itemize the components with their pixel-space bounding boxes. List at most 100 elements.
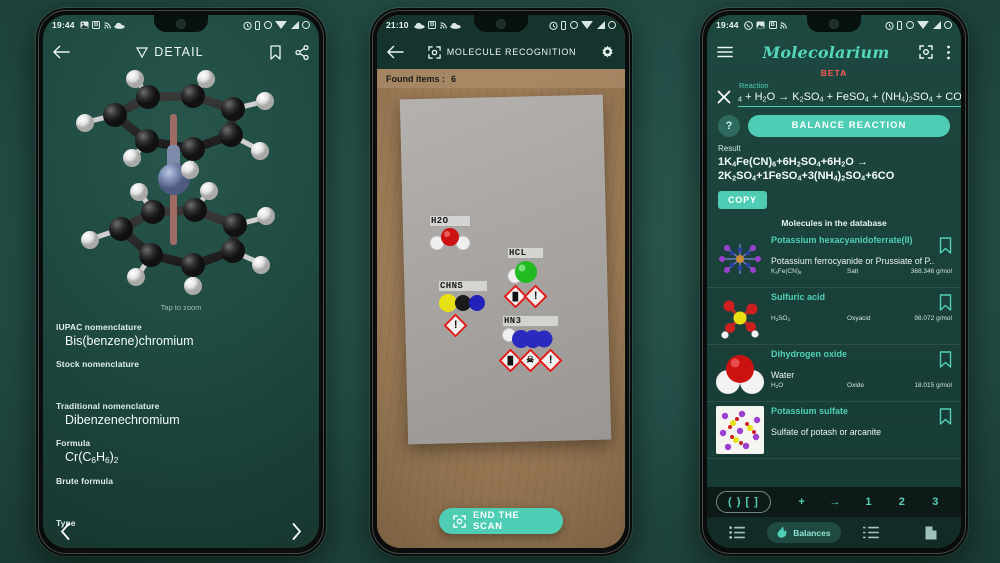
app-brand-title: Molecolarium [762, 42, 890, 62]
signal-icon [290, 21, 299, 29]
table-row[interactable]: Potassium hexacyanidoferrate(II) Potassi… [707, 231, 961, 289]
marker-h2o[interactable]: H2O [429, 215, 471, 250]
bluetooth-badge-icon: B [768, 21, 777, 29]
do-not-disturb-icon [569, 21, 578, 29]
key-3[interactable]: 3 [919, 496, 952, 508]
molecule-name: Dihydrogen oxide [771, 349, 848, 360]
copy-button[interactable]: COPY [718, 191, 767, 210]
notch-camera [154, 15, 208, 32]
key-arrow[interactable]: → [818, 496, 851, 508]
table-row[interactable]: Sulfuric acid H2SO4 Oxyacid 98.072 g/mol [707, 288, 961, 346]
app-bar-main: Molecolarium [707, 35, 961, 69]
molecule-meta: K4Fe(CN)6 Salt 368.346 g/mol [771, 268, 952, 275]
bookmark-icon[interactable] [939, 408, 952, 425]
molecule-formula: H2SO4 [771, 315, 790, 323]
marker-label: H2O [429, 215, 471, 227]
reaction-input-row: Reaction 4 + H2O → K2SO4 + FeSO4 + (NH4)… [707, 78, 961, 107]
cloud-icon [450, 22, 461, 29]
chevron-right-icon[interactable] [291, 523, 302, 540]
bookmark-icon[interactable] [939, 294, 952, 311]
close-icon[interactable] [717, 90, 731, 104]
molecule-info: Dihydrogen oxide Water H2O Oxide 18.015 … [771, 349, 952, 397]
chevron-left-icon[interactable] [60, 523, 71, 540]
molecule-mass: 18.015 g/mol [914, 382, 952, 390]
molecule-mass: 368.346 g/mol [910, 268, 952, 276]
alarm-icon [548, 21, 558, 30]
marker-label: CHNS [438, 280, 488, 292]
signal-icon [596, 21, 605, 29]
result-line-2: 2K2SO4+1FeSO4+3(NH4)2SO4+6CO [718, 170, 895, 184]
molecule-model [76, 70, 275, 295]
battery-icon [608, 21, 616, 29]
status-right-icons [884, 20, 952, 30]
molecule-info: Potassium hexacyanidoferrate(II) Potassi… [771, 235, 952, 283]
bookmark-icon[interactable] [939, 351, 952, 368]
end-scan-button[interactable]: END THE SCAN [439, 508, 563, 534]
marker-hn3[interactable]: HN3 █ ☠ ! [498, 315, 563, 373]
molecule-3d-viewer[interactable] [43, 69, 319, 301]
cloud-icon [414, 22, 425, 29]
help-button[interactable]: ? [718, 114, 740, 137]
back-arrow-icon[interactable] [387, 45, 404, 59]
field-label: Brute formula [56, 475, 114, 486]
scan-frame-icon [428, 45, 441, 59]
key-1[interactable]: 1 [852, 496, 885, 508]
bookmark-icon[interactable] [939, 237, 952, 254]
key-2[interactable]: 2 [885, 496, 918, 508]
hazard-exclamation-icon: ! [538, 348, 563, 373]
found-items-bar: Found items : 6 [377, 69, 625, 88]
field-value: Bis(benzene)chromium [65, 334, 194, 348]
battery-icon [944, 21, 952, 29]
table-row[interactable]: Potassium sulfate Sulfate of potash or a… [707, 402, 961, 460]
table-row[interactable]: Dihydrogen oxide Water H2O Oxide 18.015 … [707, 345, 961, 403]
list-icon [729, 526, 746, 539]
bluetooth-badge-icon: B [92, 21, 101, 29]
sim-icon [255, 20, 260, 30]
nav-item-balances[interactable]: Balances [767, 522, 841, 543]
back-arrow-icon[interactable] [53, 45, 70, 59]
nav-pill-active[interactable]: Balances [767, 522, 841, 543]
bookmark-icon[interactable] [270, 44, 281, 60]
field-stock: Stock nomenclature [56, 359, 306, 379]
image-icon [756, 21, 765, 29]
status-time: 19:44 [716, 20, 739, 30]
molecule-database-list[interactable]: Potassium hexacyanidoferrate(II) Potassi… [707, 231, 961, 460]
key-parentheses[interactable]: ( ) [ ] [716, 491, 771, 513]
rss-icon [439, 21, 447, 29]
beta-badge: BETA [820, 68, 848, 78]
page-title: DETAIL [154, 45, 204, 59]
hazard-list: █ ! [503, 284, 548, 309]
molecule-name: Sulfuric acid [771, 292, 826, 303]
gear-icon[interactable] [600, 45, 615, 60]
overflow-menu-icon[interactable] [946, 45, 951, 60]
found-items-count: 6 [451, 73, 457, 84]
nav-item-ordered-list[interactable] [841, 526, 901, 539]
field-formula: Formula Cr(C6H6)2 [56, 438, 306, 465]
key-plus[interactable]: + [785, 496, 818, 508]
book-icon [925, 526, 937, 540]
molecule-thumbnail [716, 349, 764, 397]
share-icon[interactable] [295, 44, 309, 60]
reaction-input[interactable]: 4 + H2O → K2SO4 + FeSO4 + (NH4)2SO4 + CO [738, 90, 961, 107]
field-label: Stock nomenclature [56, 359, 140, 369]
paper-sheet [399, 94, 612, 445]
image-icon [80, 21, 89, 29]
molecule-meta: H2SO4 Oxyacid 98.072 g/mol [771, 315, 952, 322]
marker-chns[interactable]: CHNS ! [438, 280, 488, 338]
molecule-name: Potassium hexacyanidoferrate(II) [771, 235, 913, 246]
status-time: 21:10 [386, 20, 409, 30]
nav-item-list[interactable] [707, 526, 767, 539]
status-right-icons [242, 20, 310, 30]
field-traditional: Traditional nomenclature Dibenzenechromi… [56, 401, 306, 427]
nav-item-book[interactable] [901, 526, 961, 540]
molecule-category: Salt [847, 268, 859, 276]
status-right-icons [548, 20, 616, 30]
status-left-icons: B [80, 21, 126, 29]
flame-icon [777, 526, 788, 539]
scan-frame-icon[interactable] [919, 45, 933, 59]
balance-action-row: ? BALANCE REACTION [707, 107, 961, 137]
balance-reaction-button[interactable]: BALANCE REACTION [748, 114, 950, 137]
hazard-list: █ ☠ ! [498, 348, 563, 373]
marker-hcl[interactable]: HCL █ ! [503, 247, 548, 309]
hamburger-menu-icon[interactable] [717, 46, 733, 58]
